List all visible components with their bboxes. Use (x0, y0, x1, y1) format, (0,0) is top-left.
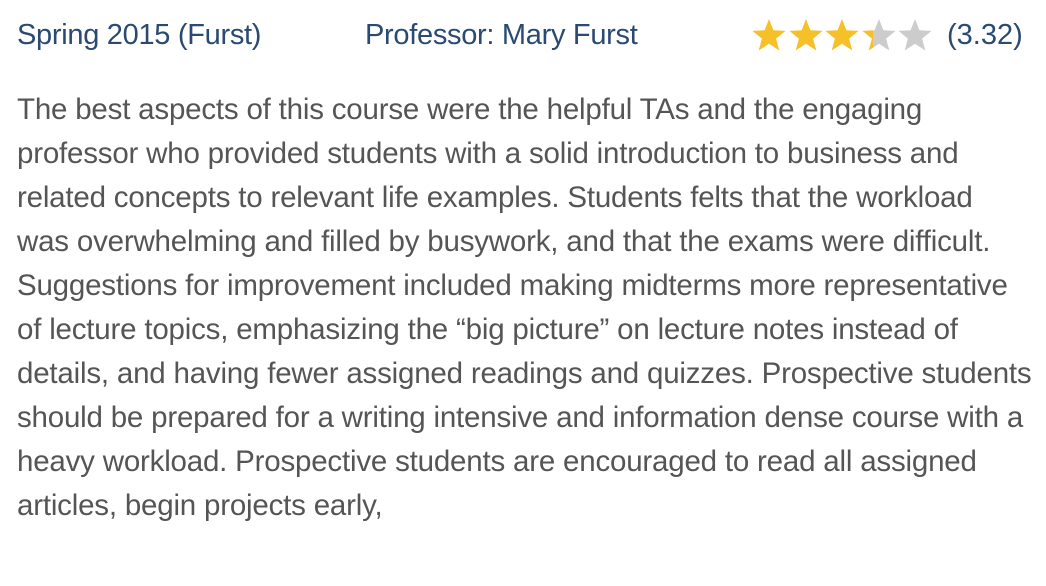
review-header: Spring 2015 (Furst) Professor: Mary Furs… (0, 0, 1046, 72)
star-icon (898, 19, 932, 51)
star-icon (788, 19, 823, 51)
term-label: Spring 2015 (Furst) (17, 19, 262, 51)
star-rating (751, 18, 933, 52)
review-text: The best aspects of this course were the… (17, 93, 1032, 522)
rating-score: (3.32) (947, 19, 1023, 51)
course-review-card: Spring 2015 (Furst) Professor: Mary Furs… (0, 0, 1046, 586)
star-icon (861, 19, 896, 51)
star-icon (752, 19, 786, 51)
star-icon (825, 19, 859, 51)
professor-name: Professor: Mary Furst (365, 19, 638, 51)
